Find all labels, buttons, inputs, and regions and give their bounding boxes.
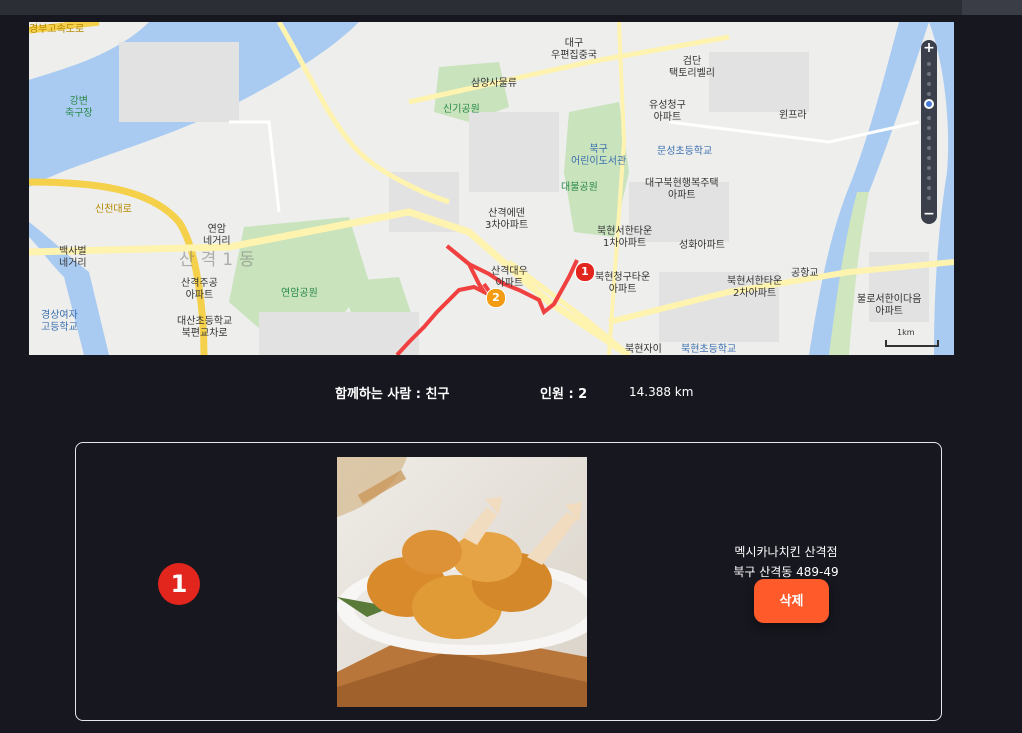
map-label-yuseong: 유성청구 아파트 (649, 100, 686, 123)
map-label-daebul-park: 대불공원 (561, 182, 598, 193)
map-label-gangbyeon: 강변 축구장 (65, 96, 93, 119)
delete-button[interactable]: 삭제 (754, 579, 829, 623)
map-scale-bar (885, 340, 939, 347)
map-label-sangyeok-eden: 산격에덴 3차아파트 (485, 208, 529, 231)
map-label-winpra: 윈프라 (779, 110, 807, 121)
store-address: 북구 산격동 489-49 (733, 565, 839, 579)
browser-top-bar-right (962, 0, 1022, 15)
zoom-control[interactable]: + − (921, 40, 937, 224)
companion-label: 함께하는 사람 : 친구 (335, 387, 450, 402)
map-label-sangyeok-daewoo: 산격대우 아파트 (491, 266, 528, 289)
map-label-bukhyun-1: 북현서한타운 1차아파트 (597, 226, 653, 249)
people-count-label: 인원 : 2 (540, 387, 588, 402)
route-marker-2[interactable]: 2 (486, 288, 506, 308)
map-label-samyang: 삼양사물류 (471, 78, 517, 89)
zoom-slider-handle[interactable] (924, 99, 934, 109)
map-label-sangyeok-jugong: 산격주공 아파트 (181, 278, 218, 301)
stop-card: 1 멕시카나치킨 산격점 북구 산격동 489-49 삭제 (75, 442, 942, 721)
food-image (337, 457, 587, 707)
browser-top-bar (0, 0, 1022, 15)
map-label-singi-park: 신기공원 (443, 104, 480, 115)
map-label-sincheon-daero: 신천대로 (95, 204, 132, 215)
map-label-baeksa-gori: 백사벌 네거리 (59, 246, 87, 269)
map-label-daesan-school: 대산초등학교 북편교차로 (177, 316, 233, 339)
map-label-bukhyun-happy: 대구북현행복주택 아파트 (645, 178, 719, 201)
map-label-sangyeok-dong: 산격1동 (179, 250, 261, 270)
map-label-bukhyun-school: 북현초등학교 (681, 344, 737, 355)
map-scale-label: 1km (897, 328, 915, 337)
map-label-yeonam-gori: 연암 네거리 (203, 224, 231, 247)
distance-label: 14.388 km (629, 385, 694, 399)
map-label-gongdanggyo: 공항교 (791, 268, 819, 279)
map-label-seonghwa: 성화아파트 (679, 240, 725, 251)
route-marker-1[interactable]: 1 (575, 262, 595, 282)
map-label-geomdan: 검단 택토리벨리 (669, 56, 715, 79)
map-label-bukhyun-2: 북현서한타운 2차아파트 (727, 276, 783, 299)
map-label-gyeongsang-girls: 경상여자 고등학교 (41, 310, 78, 333)
map-label-yeonam-park: 연암공원 (281, 288, 318, 299)
stop-number-badge: 1 (158, 563, 200, 605)
map-label-bukgu-library: 북구 어린이도서관 (571, 144, 627, 167)
map-label-bulro: 불로서한이다음 아파트 (857, 294, 922, 317)
map-label-bukhyun-cheonggu: 북현청구타운 아파트 (595, 272, 651, 295)
store-name: 멕시카나치킨 산격점 (734, 545, 838, 559)
zoom-out-button[interactable]: − (921, 206, 937, 222)
map-label-bukhyun-jai: 북현자이 (625, 344, 662, 355)
zoom-in-button[interactable]: + (921, 40, 937, 56)
map-label-munseong-school: 문성초등학교 (657, 146, 713, 157)
route-map[interactable]: 경부고속도로 강변 축구장 대구 우편집중국 검단 택토리벨리 삼양사물류 신기… (29, 22, 954, 355)
map-label-expressway: 경부고속도로 (29, 24, 85, 35)
map-label-daegu-post: 대구 우편집중국 (551, 38, 597, 61)
